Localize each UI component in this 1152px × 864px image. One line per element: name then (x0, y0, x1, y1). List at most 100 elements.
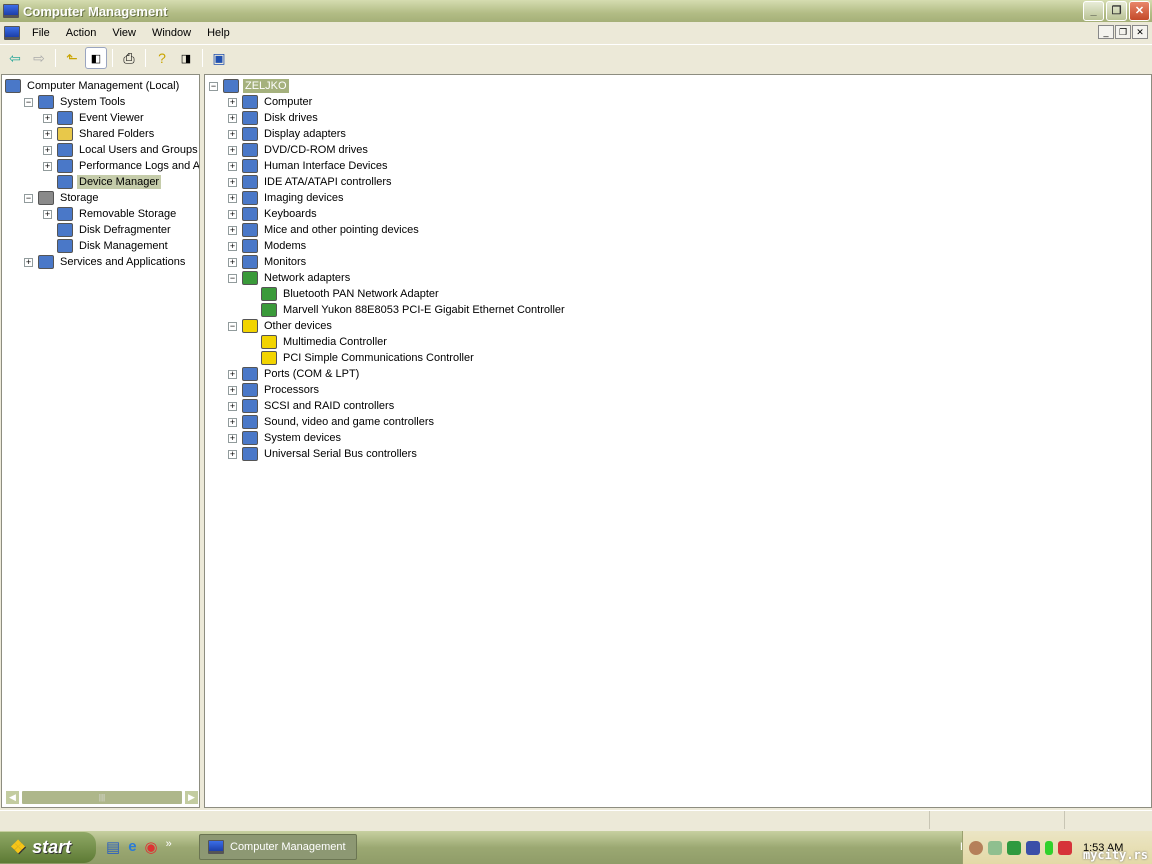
menu-action[interactable]: Action (58, 27, 105, 39)
tree-item[interactable]: + Modems (228, 238, 308, 254)
tree-item[interactable]: Disk Management (43, 238, 170, 254)
chrome-icon[interactable]: ◉ (145, 838, 158, 856)
close-button[interactable]: ✕ (1129, 1, 1150, 21)
back-button[interactable]: ⇦ (4, 47, 26, 69)
collapse-toggle[interactable]: − (24, 193, 33, 203)
tree-item[interactable]: + Services and Applications (24, 254, 187, 270)
tree-item[interactable]: Multimedia Controller (247, 334, 389, 350)
network-connection-icon[interactable] (1026, 840, 1040, 855)
expand-toggle[interactable]: + (43, 113, 52, 123)
tree-item[interactable]: Disk Defragmenter (43, 222, 173, 238)
child-minimize-button[interactable]: _ (1098, 25, 1114, 39)
help-button[interactable]: ? (151, 47, 173, 69)
tree-item[interactable]: + Event Viewer (43, 110, 146, 126)
tree-item[interactable]: + Mice and other pointing devices (228, 222, 421, 238)
tree-item[interactable]: + Local Users and Groups (43, 142, 199, 158)
minimize-button[interactable]: _ (1083, 1, 1104, 21)
menu-help[interactable]: Help (199, 27, 238, 39)
tree-item[interactable]: + Disk drives (228, 110, 320, 126)
horizontal-scrollbar[interactable]: ◀ ||| ▶ (5, 790, 199, 805)
menu-view[interactable]: View (104, 27, 144, 39)
tree-item[interactable]: + DVD/CD-ROM drives (228, 142, 370, 158)
scroll-right-button[interactable]: ▶ (184, 790, 199, 805)
tree-item[interactable]: PCI Simple Communications Controller (247, 350, 476, 366)
expand-toggle[interactable]: + (228, 97, 237, 107)
maximize-button[interactable]: ❐ (1106, 1, 1127, 21)
expand-toggle[interactable]: + (228, 401, 237, 411)
green-app-icon[interactable] (1007, 840, 1021, 855)
tree-item[interactable]: + Keyboards (228, 206, 319, 222)
collapse-toggle[interactable]: − (228, 321, 237, 331)
up-folder-button[interactable]: ⬑ (61, 47, 83, 69)
expand-toggle[interactable]: + (228, 369, 237, 379)
tree-item[interactable]: + Shared Folders (43, 126, 156, 142)
tree-item[interactable]: − System Tools (24, 94, 127, 110)
tree-item[interactable]: + Sound, video and game controllers (228, 414, 436, 430)
tree-item[interactable]: Bluetooth PAN Network Adapter (247, 286, 441, 302)
child-close-button[interactable]: ✕ (1132, 25, 1148, 39)
tree-item[interactable]: + Computer (228, 94, 314, 110)
print-button[interactable]: ⎙ (118, 47, 140, 69)
collapse-toggle[interactable]: − (24, 97, 33, 107)
collapse-toggle[interactable]: − (228, 273, 237, 283)
expand-toggle[interactable]: + (228, 145, 237, 155)
tree-item[interactable]: − Network adapters (228, 270, 352, 286)
menu-window[interactable]: Window (144, 27, 199, 39)
expand-toggle[interactable]: + (43, 129, 52, 139)
expand-toggle[interactable]: + (228, 177, 237, 187)
tree-item[interactable]: + System devices (228, 430, 343, 446)
internet-explorer-icon[interactable]: e (128, 838, 136, 856)
console-tree-pane[interactable]: Computer Management (Local) − System Tools… (1, 74, 200, 808)
tree-item[interactable]: + Processors (228, 382, 321, 398)
expand-toggle[interactable]: + (228, 433, 237, 443)
expand-toggle[interactable]: + (228, 225, 237, 235)
tree-item[interactable]: + Ports (COM & LPT) (228, 366, 361, 382)
properties-button[interactable]: ◨ (175, 47, 197, 69)
tree-item[interactable]: − Other devices (228, 318, 334, 334)
forward-button[interactable]: ⇨ (28, 47, 50, 69)
tree-item[interactable]: + Monitors (228, 254, 308, 270)
expand-toggle[interactable]: + (24, 257, 33, 267)
tree-item[interactable]: + Display adapters (228, 126, 348, 142)
expand-toggle[interactable]: + (228, 417, 237, 427)
network-status-icon[interactable] (988, 840, 1002, 855)
start-button[interactable]: ❖ start (0, 832, 96, 863)
menu-file[interactable]: File (24, 27, 58, 39)
taskbar-button-computer-management[interactable]: Computer Management (199, 834, 357, 860)
tree-item[interactable]: + Removable Storage (43, 206, 178, 222)
expand-toggle[interactable]: + (228, 113, 237, 123)
expand-toggle[interactable]: + (228, 241, 237, 251)
expand-toggle[interactable]: + (228, 257, 237, 267)
expand-toggle[interactable]: + (228, 129, 237, 139)
tree-item[interactable]: + Performance Logs and Alerts (43, 158, 199, 174)
device-tree-pane[interactable]: − ZELJKO + Computer + Disk drives + Display ada… (204, 74, 1152, 808)
child-restore-button[interactable]: ❐ (1115, 25, 1131, 39)
tree-item[interactable]: Device Manager (43, 174, 162, 190)
expand-toggle[interactable]: + (43, 209, 52, 219)
tree-item[interactable]: − Storage (24, 190, 101, 206)
security-alert-icon[interactable] (1058, 840, 1072, 855)
tree-item[interactable]: + SCSI and RAID controllers (228, 398, 396, 414)
tree-item[interactable]: − ZELJKO (209, 78, 289, 94)
tree-item[interactable]: Marvell Yukon 88E8053 PCI-E Gigabit Ethe… (247, 302, 567, 318)
show-hide-tree-button[interactable]: ◧ (85, 47, 107, 69)
show-desktop-icon[interactable]: ▤ (106, 838, 120, 856)
battery-icon[interactable] (1045, 840, 1053, 855)
title-bar[interactable]: Computer Management _ ❐ ✕ (0, 0, 1152, 22)
tree-item[interactable]: Computer Management (Local) (5, 78, 181, 94)
tree-item[interactable]: + Human Interface Devices (228, 158, 390, 174)
system-menu-icon[interactable] (4, 26, 20, 40)
tree-item[interactable]: + Universal Serial Bus controllers (228, 446, 419, 462)
scroll-left-button[interactable]: ◀ (5, 790, 20, 805)
collapse-toggle[interactable]: − (209, 81, 218, 91)
expand-toggle[interactable]: + (228, 209, 237, 219)
expand-toggle[interactable]: + (228, 449, 237, 459)
scan-hardware-button[interactable]: ▣ (208, 47, 230, 69)
expand-toggle[interactable]: + (228, 193, 237, 203)
quick-launch-more[interactable]: » (166, 838, 172, 856)
tray-collapse-icon[interactable] (969, 840, 983, 855)
expand-toggle[interactable]: + (43, 161, 52, 171)
expand-toggle[interactable]: + (228, 385, 237, 395)
scroll-thumb[interactable]: ||| (21, 790, 183, 805)
tree-item[interactable]: + IDE ATA/ATAPI controllers (228, 174, 394, 190)
